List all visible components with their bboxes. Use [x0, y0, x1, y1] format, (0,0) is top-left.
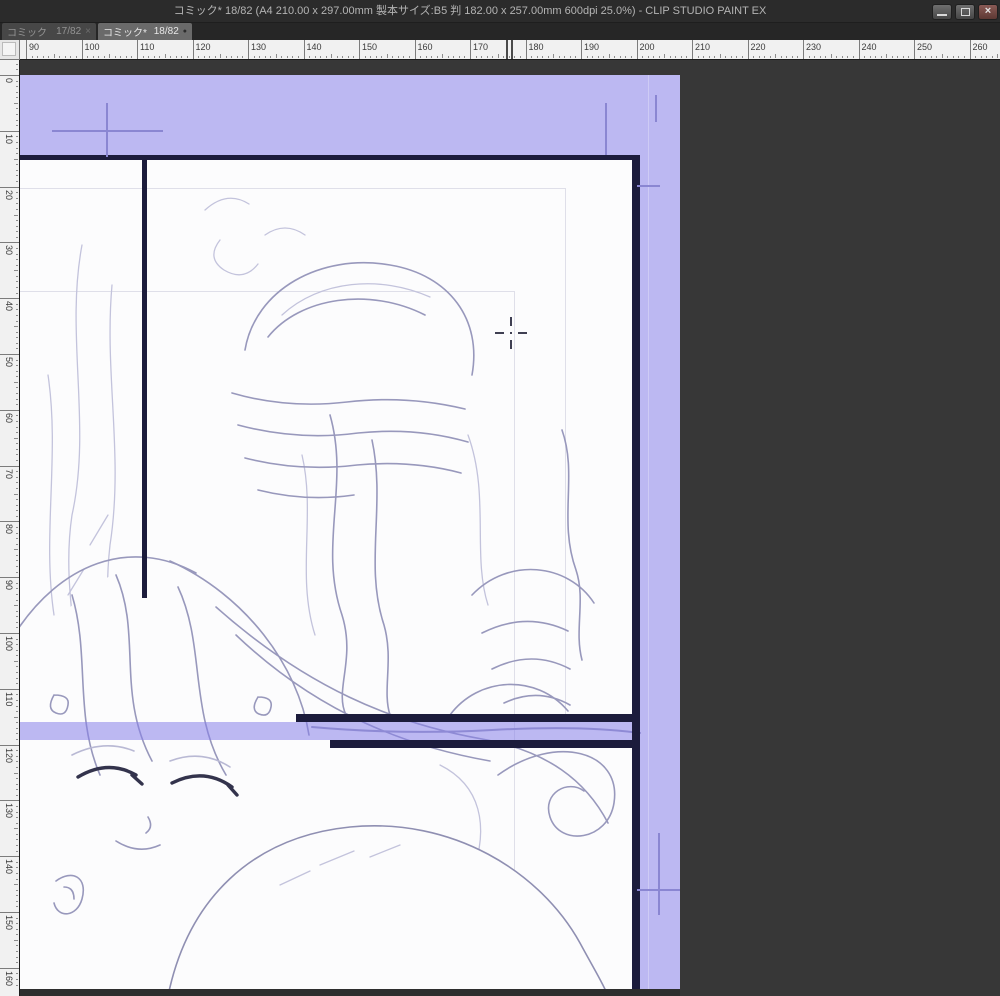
tab-label: コミック [7, 28, 47, 39]
panel-right-border [632, 155, 640, 996]
close-button[interactable]: × [978, 4, 998, 20]
crosshair-cursor [491, 313, 531, 353]
window-title: コミック* 18/82 (A4 210.00 x 297.00mm 製本サイズ:… [173, 5, 767, 17]
panel1-bottom-border [296, 714, 632, 722]
tab-page-count: 18/82 [153, 26, 179, 37]
window-controls: × [932, 4, 998, 20]
trim-mark [655, 95, 657, 122]
trim-mark [637, 185, 660, 187]
title-bar[interactable]: コミック* 18/82 (A4 210.00 x 297.00mm 製本サイズ:… [0, 0, 1000, 23]
tab-modified-icon: ● [182, 28, 187, 35]
tab-comic-17[interactable]: コミック 17/82 × [2, 23, 96, 40]
panel2-top-border [330, 740, 632, 748]
window-bottom-edge [20, 989, 680, 996]
tab-label: コミック* [103, 28, 147, 39]
close-icon: × [984, 5, 992, 17]
minimize-button[interactable] [932, 4, 952, 20]
trim-mark [637, 889, 680, 891]
tab-page-count: 17/82 [56, 26, 82, 37]
vertical-ruler[interactable]: 0 10 20 30 40 50 60 70 80 90 100 110 120 130 140 150 160 [0, 60, 20, 996]
mask-right-band [640, 155, 680, 996]
trim-mark [106, 103, 108, 157]
canvas-area[interactable] [20, 60, 1000, 996]
panel1-top-border [20, 155, 640, 160]
document-tab-strip: コミック 17/82 × コミック* 18/82 ● [0, 23, 1000, 40]
tab-comic-18[interactable]: コミック* 18/82 ● [98, 23, 192, 40]
sketch-artwork [20, 197, 641, 996]
restore-button[interactable] [955, 4, 975, 20]
ruler-corner-box [0, 40, 20, 60]
trim-mark [605, 103, 607, 155]
mask-top-band [20, 75, 680, 155]
minimize-icon [937, 14, 947, 16]
bleed-guide-line [648, 75, 649, 996]
horizontal-ruler[interactable]: 90 100 110 120 130 140 150 160 170 180 190 200 210 22… [20, 40, 1000, 60]
mask-panel-gap-band [20, 722, 632, 740]
panel1-divider-border [142, 160, 147, 598]
tab-close-icon[interactable]: × [85, 26, 91, 37]
trim-mark [658, 833, 660, 915]
restore-icon [961, 8, 970, 16]
